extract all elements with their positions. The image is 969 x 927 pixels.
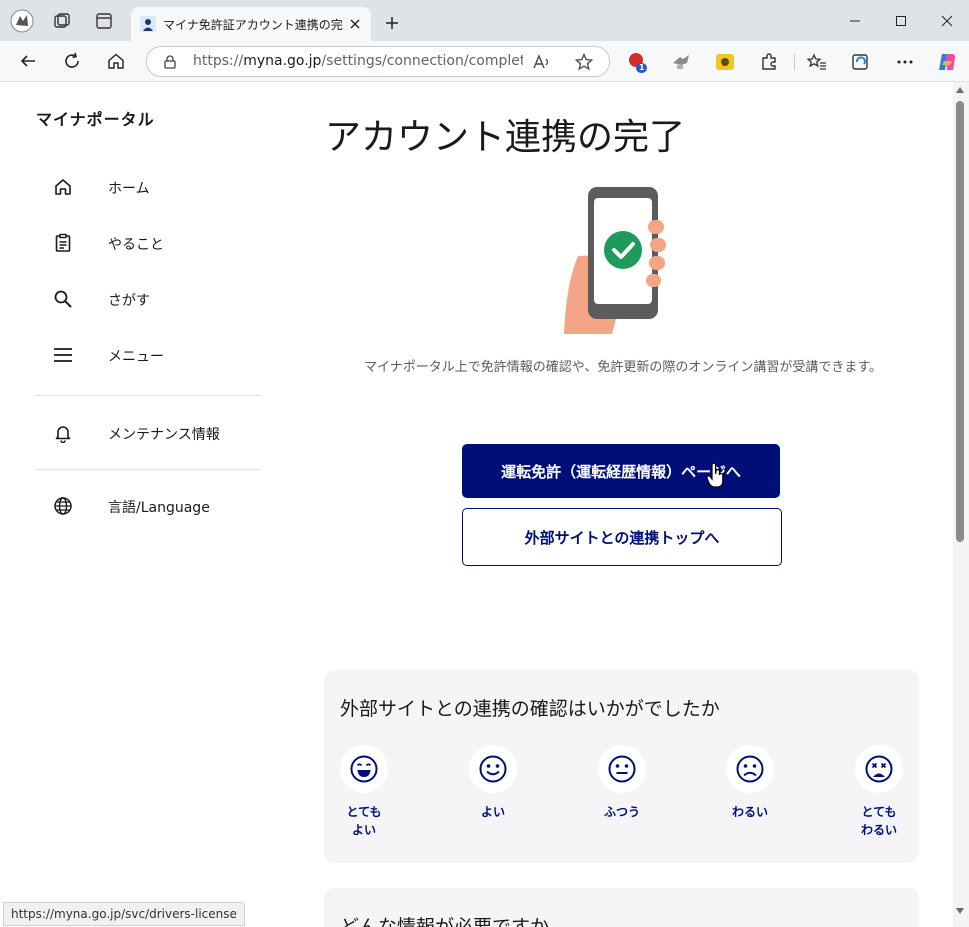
read-aloud-icon[interactable] bbox=[533, 53, 551, 71]
bell-icon bbox=[51, 421, 75, 445]
satisfaction-survey-card: 外部サイトとの連携の確認はいかがでしたか とても よい よい ふつう わるい と… bbox=[324, 670, 919, 863]
reload-icon[interactable] bbox=[60, 49, 84, 73]
page-scrollbar[interactable] bbox=[953, 82, 969, 927]
extension-badge: 1 bbox=[639, 63, 645, 72]
extensions-puzzle-icon[interactable] bbox=[758, 51, 780, 73]
page-viewport: マイナポータル ホーム やること さがす メニュー メンテナンス情報 言語/La… bbox=[3, 82, 953, 927]
survey-option-bad[interactable]: わるい bbox=[720, 745, 780, 821]
tab-title: マイナ免許証アカウント連携の完了 | マ bbox=[163, 18, 343, 32]
survey-option-label: ふつう bbox=[603, 805, 640, 819]
survey-question: 外部サイトとの連携の確認はいかがでしたか bbox=[340, 698, 720, 720]
window-close-icon[interactable] bbox=[934, 8, 960, 34]
happy-face-icon bbox=[469, 745, 517, 793]
url-text[interactable]: https://myna.go.jp/settings/connection/c… bbox=[193, 53, 523, 69]
scroll-down-arrow-icon[interactable] bbox=[956, 908, 964, 914]
favorite-star-icon[interactable] bbox=[575, 53, 593, 71]
sidebar-item-label: さがす bbox=[108, 293, 150, 309]
sidebar-item-label: やること bbox=[108, 237, 164, 253]
survey-option-neutral[interactable]: ふつう bbox=[592, 745, 652, 821]
sidebar-divider bbox=[35, 469, 261, 470]
menu-icon bbox=[51, 343, 75, 367]
home-browser-icon[interactable] bbox=[104, 49, 128, 73]
survey-option-label: とても わるい bbox=[860, 805, 897, 837]
copilot-icon[interactable] bbox=[936, 51, 958, 73]
page-title: アカウント連携の完了 bbox=[325, 117, 686, 158]
sidebar-item-maintenance[interactable]: メンテナンス情報 bbox=[35, 411, 261, 455]
survey-option-very-good[interactable]: とても よい bbox=[334, 745, 394, 839]
info-needed-title: どんな情報が必要ですか bbox=[340, 916, 550, 927]
home-icon bbox=[51, 175, 75, 199]
scroll-thumb[interactable] bbox=[956, 101, 964, 542]
sidebar-item-search[interactable]: さがす bbox=[35, 277, 261, 321]
survey-option-label: とても よい bbox=[346, 805, 382, 837]
active-tab[interactable]: マイナ免許証アカウント連携の完了 | マ bbox=[131, 7, 371, 41]
collections-icon[interactable] bbox=[850, 51, 872, 73]
extension-gray-icon[interactable] bbox=[670, 51, 692, 73]
survey-option-very-bad[interactable]: とても わるい bbox=[849, 745, 909, 839]
external-connection-top-button[interactable]: 外部サイトとの連携トップへ bbox=[462, 508, 782, 566]
search-icon bbox=[51, 287, 75, 311]
site-name[interactable]: マイナポータル bbox=[36, 106, 155, 130]
more-options-icon[interactable] bbox=[894, 51, 916, 73]
workspaces-icon[interactable] bbox=[50, 9, 74, 33]
sidebar-item-label: ホーム bbox=[108, 181, 150, 197]
browser-toolbar: https://myna.go.jp/settings/connection/c… bbox=[0, 41, 969, 82]
tab-close-icon[interactable] bbox=[347, 16, 363, 32]
globe-icon bbox=[51, 494, 75, 518]
clipboard-icon bbox=[51, 231, 75, 255]
scroll-up-arrow-icon[interactable] bbox=[956, 87, 964, 93]
very-sad-face-icon bbox=[855, 745, 903, 793]
extension-yellow-icon[interactable] bbox=[714, 51, 736, 73]
sidebar-item-label: 言語/Language bbox=[108, 500, 210, 516]
very-happy-face-icon bbox=[340, 745, 388, 793]
extension-red-icon[interactable]: 1 bbox=[626, 51, 648, 73]
sidebar-item-todo[interactable]: やること bbox=[35, 221, 261, 265]
sidebar-item-menu[interactable]: メニュー bbox=[35, 333, 261, 377]
neutral-face-icon bbox=[598, 745, 646, 793]
sad-face-icon bbox=[726, 745, 774, 793]
toolbar-separator bbox=[794, 54, 795, 70]
minimize-icon[interactable] bbox=[842, 8, 868, 34]
phone-check-illustration bbox=[560, 184, 670, 336]
site-favicon-icon bbox=[140, 16, 156, 32]
profile-avatar-icon[interactable] bbox=[10, 9, 34, 33]
browser-tab-bar: マイナ免許証アカウント連携の完了 | マ bbox=[0, 0, 969, 41]
favorites-icon[interactable] bbox=[806, 51, 828, 73]
lock-icon[interactable] bbox=[163, 54, 177, 69]
survey-option-label: わるい bbox=[731, 805, 768, 819]
drivers-license-page-button[interactable]: 運転免許（運転経歴情報）ページへ bbox=[462, 444, 780, 498]
back-icon[interactable] bbox=[16, 49, 40, 73]
sidebar-item-label: メンテナンス情報 bbox=[108, 427, 220, 443]
new-tab-icon[interactable] bbox=[381, 12, 403, 34]
sidebar-item-language[interactable]: 言語/Language bbox=[35, 484, 261, 528]
survey-option-label: よい bbox=[480, 805, 505, 819]
sidebar-item-home[interactable]: ホーム bbox=[35, 165, 261, 209]
sidebar-divider bbox=[35, 395, 261, 396]
completion-description: マイナポータル上で免許情報の確認や、免許更新の際のオンライン講習が受講できます。 bbox=[363, 360, 883, 375]
status-bar-url: https://myna.go.jp/svc/drivers-license bbox=[3, 902, 245, 926]
sidebar-item-label: メニュー bbox=[108, 349, 164, 365]
survey-option-good[interactable]: よい bbox=[463, 745, 523, 821]
maximize-icon[interactable] bbox=[888, 8, 914, 34]
address-bar[interactable]: https://myna.go.jp/settings/connection/c… bbox=[146, 46, 610, 77]
info-needed-card: どんな情報が必要ですか bbox=[324, 888, 919, 927]
hand-cursor-icon bbox=[706, 462, 726, 489]
tab-actions-icon[interactable] bbox=[92, 9, 116, 33]
